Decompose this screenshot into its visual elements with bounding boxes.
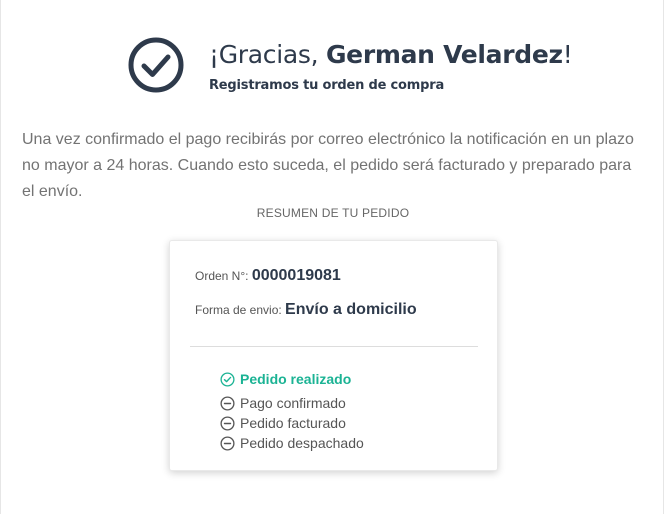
step-label: Pago confirmado — [240, 395, 346, 411]
order-summary-card: Orden N°: 0000019081 Forma de envio: Env… — [169, 240, 498, 471]
check-circle-icon — [128, 37, 184, 93]
step-pedido-facturado: Pedido facturado — [220, 413, 364, 433]
page-title: ¡Gracias, German Velardez! — [209, 39, 573, 71]
greeting-text: ¡Gracias, — [209, 40, 326, 69]
step-pedido-realizado: Pedido realizado — [220, 368, 364, 390]
summary-title: RESUMEN DE TU PEDIDO — [256, 206, 410, 220]
step-pedido-despachado: Pedido despachado — [220, 433, 364, 453]
minus-circle-icon — [220, 395, 235, 411]
page-subtitle: Registramos tu orden de compra — [209, 78, 445, 93]
check-circle-icon — [220, 371, 235, 387]
exclamation-mark: ! — [562, 40, 573, 69]
confirmation-message: Una vez confirmado el pago recibirás por… — [22, 131, 634, 200]
order-number-label: Orden N°: — [195, 269, 252, 283]
title-block: ¡Gracias, German Velardez! Registramos t… — [209, 37, 573, 93]
minus-circle-icon — [220, 435, 235, 451]
order-status-steps: Pedido realizado Pago confirmado Pedido … — [220, 368, 364, 453]
minus-circle-icon — [220, 415, 235, 431]
customer-name: German Velardez — [325, 40, 563, 69]
shipping-method-value: Envío a domicilio — [285, 301, 417, 318]
order-number-row: Orden N°: 0000019081 — [195, 267, 341, 285]
step-label: Pedido despachado — [240, 435, 364, 451]
step-label: Pedido realizado — [240, 371, 352, 387]
divider — [190, 346, 478, 347]
confirmation-header: ¡Gracias, German Velardez! Registramos t… — [128, 37, 573, 93]
shipping-method-label: Forma de envio: — [195, 303, 286, 317]
order-confirmation-page: ¡Gracias, German Velardez! Registramos t… — [0, 0, 664, 514]
step-label: Pedido facturado — [240, 415, 346, 431]
order-number-value: 0000019081 — [251, 267, 341, 284]
shipping-method-row: Forma de envio: Envío a domicilio — [195, 301, 417, 319]
step-pago-confirmado: Pago confirmado — [220, 393, 364, 413]
